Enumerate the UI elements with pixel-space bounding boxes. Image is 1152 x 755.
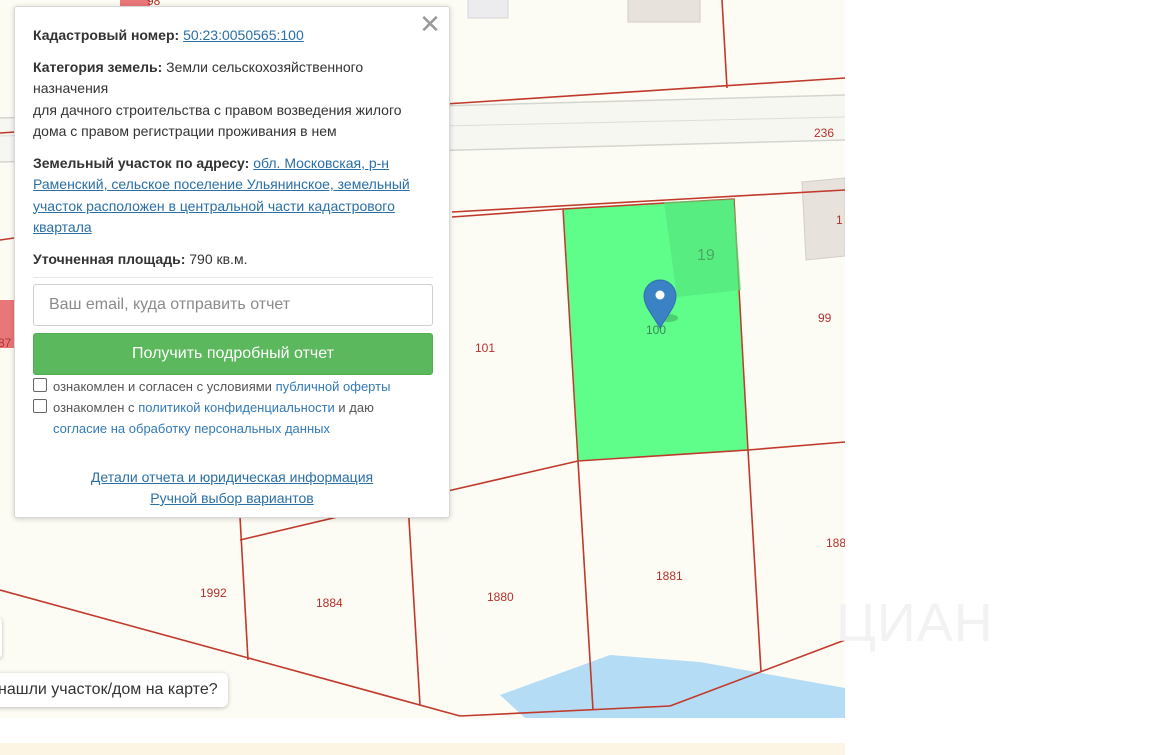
parcel-label: 1992: [200, 586, 227, 600]
parcel-label: 87: [0, 336, 12, 350]
area-label: Уточненная площадь:: [33, 250, 186, 267]
privacy-consent-text-b: и даю: [338, 400, 374, 415]
parcel-label-19: 19: [697, 247, 715, 264]
offer-consent-text: ознакомлен и согласен с условиями: [53, 379, 272, 394]
area-row: Уточненная площадь: 790 кв.м.: [33, 249, 435, 271]
cadastral-number-link[interactable]: 50:23:0050565:100: [183, 27, 304, 43]
parcel-label: 236: [814, 126, 834, 140]
cadastral-label: Кадастровый номер:: [33, 27, 180, 43]
parcel-details: Кадастровый номер: 50:23:0050565:100 Кат…: [33, 25, 435, 280]
offer-checkbox[interactable]: [33, 378, 47, 392]
privacy-policy-link[interactable]: политикой конфиденциальности: [138, 400, 335, 415]
privacy-checkbox[interactable]: [33, 399, 47, 413]
address-label: Земельный участок по адресу:: [33, 154, 250, 171]
parcel-label: 1881: [656, 569, 683, 583]
parcel-label: 1884: [316, 596, 343, 610]
address-row: Земельный участок по адресу: обл. Москов…: [33, 153, 435, 239]
found-on-map-prompt[interactable]: нашли участок/дом на карте?: [0, 673, 228, 707]
popup-links: Детали отчета и юридическая информация Р…: [15, 467, 449, 509]
parcel-label-100: 100: [646, 323, 666, 337]
manual-selection-link[interactable]: Ручной выбор вариантов: [150, 490, 314, 506]
parcel-label: 99: [818, 311, 832, 325]
map-control[interactable]: [0, 618, 2, 658]
parcel-label: 101: [475, 341, 495, 355]
divider: [33, 277, 433, 278]
category-label: Категория земель:: [33, 58, 163, 75]
offer-consent: ознакомлен и согласен с условиями публич…: [33, 377, 390, 398]
parcel-label: 1: [836, 213, 843, 227]
parcel-label: 188: [826, 536, 845, 550]
area-value: 790 кв.м.: [189, 250, 248, 267]
category-value-2: для дачного строительства с правом возве…: [33, 101, 402, 140]
building-top: [627, 0, 701, 23]
building-top-left: [467, 0, 509, 19]
get-report-button[interactable]: Получить подробный отчет: [33, 333, 433, 375]
footer-strip: [0, 743, 845, 755]
cadastral-row: Кадастровый номер: 50:23:0050565:100: [33, 25, 435, 47]
email-input[interactable]: [33, 284, 433, 326]
parcel-label: 1880: [487, 590, 514, 604]
category-row: Категория земель: Земли сельскохозяйстве…: [33, 57, 435, 143]
water-body: [500, 655, 845, 718]
public-offer-link[interactable]: публичной оферты: [276, 379, 391, 394]
parcel-info-popup: ✕ Кадастровый номер: 50:23:0050565:100 К…: [14, 6, 450, 518]
privacy-consent: ознакомлен с политикой конфиденциальност…: [33, 398, 374, 439]
privacy-consent-text-a: ознакомлен с: [53, 400, 135, 415]
cian-watermark: ЦИАН: [836, 593, 994, 653]
report-details-link[interactable]: Детали отчета и юридическая информация: [91, 469, 373, 485]
personal-data-consent-link[interactable]: согласие на обработку персональных данны…: [53, 421, 330, 436]
